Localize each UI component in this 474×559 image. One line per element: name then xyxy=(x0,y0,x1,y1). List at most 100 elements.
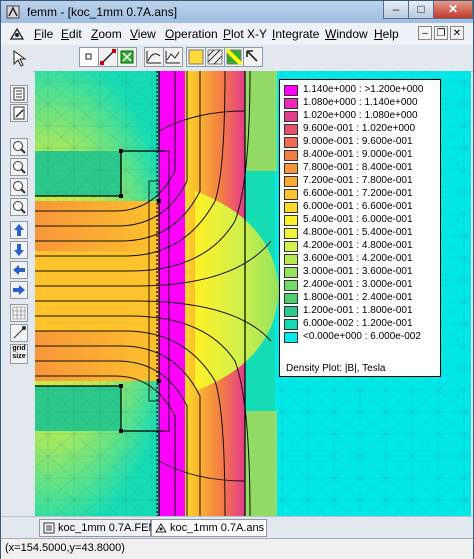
legend-label: 7.800e-001 : 8.400e-001 xyxy=(303,162,413,173)
zoom-window-button[interactable] xyxy=(10,198,28,216)
legend-row: 3.000e-001 : 3.600e-001 xyxy=(284,266,438,279)
arrow-icon xyxy=(246,50,258,62)
femm-window: femm - [koc_1mm 0.7A.ans] – □ ✕ File Edi… xyxy=(0,0,474,559)
legend-swatch xyxy=(284,202,298,213)
menu-edit[interactable]: Edit xyxy=(61,27,82,41)
edit-properties-button[interactable] xyxy=(10,104,28,122)
legend-row: 4.200e-001 : 4.800e-001 xyxy=(284,240,438,253)
select-point-button[interactable] xyxy=(79,47,99,67)
mdi-close-button[interactable]: ✕ xyxy=(450,26,464,40)
menu-window[interactable]: Window xyxy=(325,27,368,41)
menu-help[interactable]: Help xyxy=(374,27,399,41)
legend-swatch xyxy=(284,189,298,200)
legend-label: 1.200e-001 : 1.800e-001 xyxy=(303,305,413,316)
plot-density-button[interactable] xyxy=(163,47,183,67)
menu-zoom[interactable]: Zoom xyxy=(91,27,122,41)
pointer-icon[interactable] xyxy=(11,49,33,67)
legend-label: 3.000e-001 : 3.600e-001 xyxy=(303,266,413,277)
legend-row: 7.800e-001 : 8.400e-001 xyxy=(284,162,438,175)
close-button[interactable]: ✕ xyxy=(433,1,473,19)
legend-row: 8.400e-001 : 9.000e-001 xyxy=(284,149,438,162)
menu-operation[interactable]: Operation xyxy=(165,27,218,41)
color-plot-toggle[interactable] xyxy=(224,47,244,67)
menu-plot-xy[interactable]: Plot X-Y xyxy=(223,27,267,41)
legend-row: 5.400e-001 : 6.000e-001 xyxy=(284,214,438,227)
legend-swatch xyxy=(284,98,298,109)
select-block-button[interactable] xyxy=(117,47,137,67)
fem-file-icon xyxy=(43,522,55,534)
legend-row: 6.000e-002 : 1.200e-001 xyxy=(284,318,438,331)
legend-label: 1.800e-001 : 2.400e-001 xyxy=(303,292,413,303)
mdi-restore-button[interactable]: ❐ xyxy=(434,26,448,40)
list-icon xyxy=(13,87,25,101)
snap-icon xyxy=(13,326,26,339)
title-bar[interactable]: femm - [koc_1mm 0.7A.ans] – □ ✕ xyxy=(1,1,473,23)
legend-label: 3.600e-001 : 4.200e-001 xyxy=(303,253,413,264)
zoom-out-button[interactable] xyxy=(10,158,28,176)
legend-label: 5.400e-001 : 6.000e-001 xyxy=(303,214,413,225)
menu-view[interactable]: View xyxy=(130,27,156,41)
pan-up-button[interactable] xyxy=(10,221,28,239)
toolbar xyxy=(1,45,473,72)
line-plot-icon xyxy=(165,51,180,64)
tab-ans-file[interactable]: koc_1mm 0.7A.ans xyxy=(151,519,267,537)
maximize-button[interactable]: □ xyxy=(408,1,434,19)
legend-label: 1.020e+000 : 1.080e+000 xyxy=(303,110,418,121)
zoom-in-button[interactable] xyxy=(10,138,28,156)
pan-left-button[interactable] xyxy=(10,261,28,279)
legend-label: 4.800e-001 : 5.400e-001 xyxy=(303,227,413,238)
grid-size-label-bottom: size xyxy=(12,353,26,360)
tab-fem-file[interactable]: koc_1mm 0.7A.FEM xyxy=(39,519,158,537)
legend-label: 6.000e-002 : 1.200e-001 xyxy=(303,318,413,329)
legend-label: 1.140e+000 : >1.200e+000 xyxy=(303,84,424,95)
point-icon xyxy=(85,53,92,60)
arrow-down-icon xyxy=(14,244,24,256)
density-plot-toggle[interactable] xyxy=(186,47,206,67)
plot-contour-button[interactable] xyxy=(144,47,164,67)
legend-row: 1.200e-001 : 1.800e-001 xyxy=(284,305,438,318)
legend-swatch xyxy=(284,150,298,161)
show-grid-button[interactable] xyxy=(10,304,28,322)
legend-swatch xyxy=(284,241,298,252)
legend-swatch xyxy=(284,267,298,278)
pan-down-button[interactable] xyxy=(10,241,28,259)
legend-row: 1.800e-001 : 2.400e-001 xyxy=(284,292,438,305)
legend-label: 6.000e-001 : 6.600e-001 xyxy=(303,201,413,212)
legend-label: 4.200e-001 : 4.800e-001 xyxy=(303,240,413,251)
open-list-button[interactable] xyxy=(10,85,28,103)
block-icon xyxy=(120,50,134,64)
grid-size-label-top: grid xyxy=(12,345,26,352)
pencil-icon xyxy=(13,106,25,120)
legend-row: 1.020e+000 : 1.080e+000 xyxy=(284,110,438,123)
zoom-fit-icon xyxy=(13,181,26,194)
select-line-button[interactable] xyxy=(98,47,118,67)
menu-bar: File Edit Zoom View Operation Plot X-Y I… xyxy=(1,23,473,45)
legend-swatch xyxy=(284,163,298,174)
legend-row: 1.080e+000 : 1.140e+000 xyxy=(284,97,438,110)
legend-row: 2.400e-001 : 3.000e-001 xyxy=(284,279,438,292)
grid-size-button[interactable]: grid size xyxy=(10,344,28,364)
snap-grid-button[interactable] xyxy=(10,324,28,342)
legend-label: <0.000e+000 : 6.000e-002 xyxy=(303,331,421,342)
legend-swatch xyxy=(284,228,298,239)
legend-swatch xyxy=(284,319,298,330)
legend-row: 1.140e+000 : >1.200e+000 xyxy=(284,84,438,97)
zoom-natural-button[interactable] xyxy=(10,178,28,196)
legend-row: 9.600e-001 : 1.020e+000 xyxy=(284,123,438,136)
legend-row: 7.200e-001 : 7.800e-001 xyxy=(284,175,438,188)
vector-plot-toggle[interactable] xyxy=(205,47,225,67)
minimize-button[interactable]: – xyxy=(383,1,409,19)
legend-swatch xyxy=(284,111,298,122)
pan-right-button[interactable] xyxy=(10,281,28,299)
menu-file[interactable]: File xyxy=(34,27,53,41)
menu-integrate[interactable]: Integrate xyxy=(272,27,319,41)
document-icon[interactable] xyxy=(9,27,25,41)
arrow-right-icon xyxy=(13,285,25,295)
zoom-window-icon xyxy=(13,201,26,214)
density-icon xyxy=(188,49,204,65)
arrow-up-icon xyxy=(14,224,24,236)
mdi-minimize-button[interactable]: – xyxy=(418,26,432,40)
legend-row: 3.600e-001 : 4.200e-001 xyxy=(284,253,438,266)
tool-arrow-button[interactable] xyxy=(243,47,263,67)
legend-swatch xyxy=(284,137,298,148)
